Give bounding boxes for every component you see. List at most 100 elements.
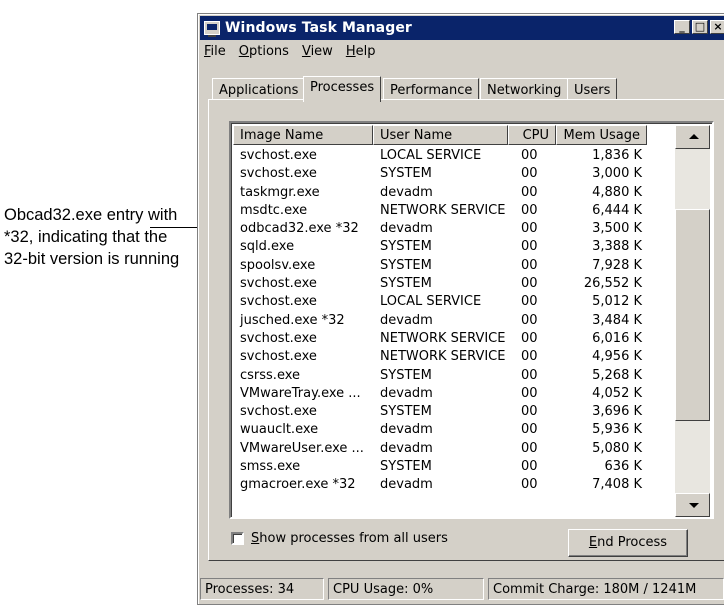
tab-processes[interactable]: Processes (303, 76, 382, 102)
table-row[interactable]: taskmgr.exe devadm 00 4,880 K (233, 184, 675, 202)
mem-usage-cell: 4,956 K (592, 349, 642, 365)
cpu-cell: 00 (521, 239, 538, 255)
tab-performance[interactable]: Performance (383, 78, 480, 100)
close-button[interactable]: × (710, 20, 724, 34)
process-name-cell: svchost.exe (240, 276, 317, 292)
process-name-cell: csrss.exe (240, 367, 301, 383)
vertical-scrollbar[interactable] (675, 125, 710, 517)
cpu-cell: 00 (521, 257, 538, 273)
tab-users[interactable]: Users (567, 78, 618, 100)
column-image-name[interactable]: Image Name (233, 125, 373, 145)
process-name-cell: msdtc.exe (240, 202, 308, 218)
menu-options[interactable]: Options (233, 42, 296, 62)
table-row[interactable]: svchost.exe NETWORK SERVICE 00 4,956 K (233, 348, 675, 366)
status-bar: Processes: 34 CPU Usage: 0% Commit Charg… (198, 578, 724, 600)
mem-usage-cell: 1,836 K (592, 148, 642, 163)
user-name-cell: NETWORK SERVICE (380, 349, 506, 365)
title-buttons: _ □ × (674, 20, 724, 34)
user-name-cell: SYSTEM (380, 257, 432, 273)
show-all-users-label[interactable]: Show processes from all users (251, 531, 448, 546)
process-name-cell: svchost.exe (240, 294, 317, 310)
mem-usage-cell: 6,444 K (592, 202, 642, 218)
menu-help[interactable]: Help (340, 42, 383, 62)
cpu-cell: 00 (521, 221, 538, 237)
process-list[interactable]: Image Name User Name CPU Mem Usage svcho… (229, 121, 714, 519)
process-name-cell: svchost.exe (240, 166, 317, 182)
user-name-cell: NETWORK SERVICE (380, 202, 506, 218)
scroll-thumb[interactable] (675, 209, 710, 421)
menu-bar: File Options View Help (202, 42, 382, 62)
minimize-button[interactable]: _ (674, 20, 690, 34)
arrow-down-icon (689, 503, 699, 508)
mem-usage-cell: 7,928 K (592, 257, 642, 273)
table-row[interactable]: odbcad32.exe *32 devadm 00 3,500 K (233, 220, 675, 238)
table-row[interactable]: svchost.exe SYSTEM 00 26,552 K (233, 275, 675, 293)
table-row[interactable]: spoolsv.exe SYSTEM 00 7,928 K (233, 257, 675, 275)
mem-usage-cell: 5,012 K (592, 294, 642, 310)
table-row[interactable]: jusched.exe *32 devadm 00 3,484 K (233, 312, 675, 330)
status-cpu-usage: CPU Usage: 0% (328, 578, 484, 600)
mem-usage-cell: 5,268 K (592, 367, 642, 383)
tab-applications[interactable]: Applications (212, 78, 306, 100)
user-name-cell: devadm (380, 184, 433, 200)
process-name-cell: wuauclt.exe (240, 422, 319, 438)
maximize-button[interactable]: □ (692, 20, 708, 34)
table-row[interactable]: sqld.exe SYSTEM 00 3,388 K (233, 238, 675, 256)
table-row[interactable]: msdtc.exe NETWORK SERVICE 00 6,444 K (233, 202, 675, 220)
mem-usage-cell: 636 K (604, 459, 642, 475)
mem-usage-cell: 3,484 K (592, 312, 642, 328)
user-name-cell: devadm (380, 422, 433, 438)
menu-view[interactable]: View (296, 42, 340, 62)
menu-file[interactable]: File (202, 42, 233, 62)
cpu-cell: 00 (521, 148, 538, 163)
scroll-down-button[interactable] (675, 493, 710, 517)
table-row[interactable]: smss.exe SYSTEM 00 636 K (233, 458, 675, 476)
status-processes: Processes: 34 (200, 578, 324, 600)
mem-usage-cell: 3,500 K (592, 221, 642, 237)
mem-usage-cell: 4,880 K (592, 184, 642, 200)
cpu-cell: 00 (521, 166, 538, 182)
mem-usage-cell: 5,080 K (592, 440, 642, 456)
user-name-cell: devadm (380, 312, 433, 328)
table-row[interactable]: svchost.exe NETWORK SERVICE 00 6,016 K (233, 330, 675, 348)
table-row[interactable]: VMwareUser.exe ... devadm 00 5,080 K (233, 440, 675, 458)
arrow-up-icon (689, 134, 699, 139)
user-name-cell: devadm (380, 385, 433, 401)
user-name-cell: SYSTEM (380, 276, 432, 292)
mem-usage-cell: 26,552 K (583, 276, 642, 292)
end-process-button[interactable]: End Process (568, 529, 688, 557)
cpu-cell: 00 (521, 367, 538, 383)
table-row[interactable]: wuauclt.exe devadm 00 5,936 K (233, 421, 675, 439)
cpu-cell: 00 (521, 312, 538, 328)
mem-usage-cell: 3,388 K (592, 239, 642, 255)
list-header: Image Name User Name CPU Mem Usage (233, 125, 647, 145)
process-name-cell: svchost.exe (240, 349, 317, 365)
table-row[interactable]: VMwareTray.exe ... devadm 00 4,052 K (233, 385, 675, 403)
cpu-cell: 00 (521, 422, 538, 438)
table-row[interactable]: svchost.exe LOCAL SERVICE 00 1,836 K (233, 147, 675, 165)
scroll-up-button[interactable] (675, 125, 710, 149)
user-name-cell: devadm (380, 477, 433, 493)
column-user-name[interactable]: User Name (373, 125, 508, 145)
table-row[interactable]: gmacroer.exe *32 devadm 00 7,408 K (233, 476, 675, 494)
show-all-users-checkbox[interactable] (231, 532, 244, 545)
annotation-callout: Obcad32.exe entry with *32, indicating t… (4, 206, 180, 268)
status-commit-charge: Commit Charge: 180M / 1241M (488, 578, 724, 600)
show-all-users-option[interactable]: Show processes from all users (231, 531, 448, 546)
process-name-cell: svchost.exe (240, 148, 317, 163)
mem-usage-cell: 7,408 K (592, 477, 642, 493)
table-row[interactable]: svchost.exe LOCAL SERVICE 00 5,012 K (233, 293, 675, 311)
mem-usage-cell: 4,052 K (592, 385, 642, 401)
title-bar[interactable]: Windows Task Manager _ □ × (200, 16, 724, 40)
tab-networking[interactable]: Networking (480, 78, 569, 100)
table-row[interactable]: csrss.exe SYSTEM 00 5,268 K (233, 367, 675, 385)
table-row[interactable]: svchost.exe SYSTEM 00 3,696 K (233, 403, 675, 421)
table-row[interactable]: svchost.exe SYSTEM 00 3,000 K (233, 165, 675, 183)
user-name-cell: LOCAL SERVICE (380, 148, 482, 163)
mem-usage-cell: 5,936 K (592, 422, 642, 438)
process-name-cell: VMwareUser.exe ... (240, 440, 364, 456)
column-mem-usage[interactable]: Mem Usage (556, 125, 647, 145)
cpu-cell: 00 (521, 440, 538, 456)
column-cpu[interactable]: CPU (508, 125, 556, 145)
cpu-cell: 00 (521, 459, 538, 475)
